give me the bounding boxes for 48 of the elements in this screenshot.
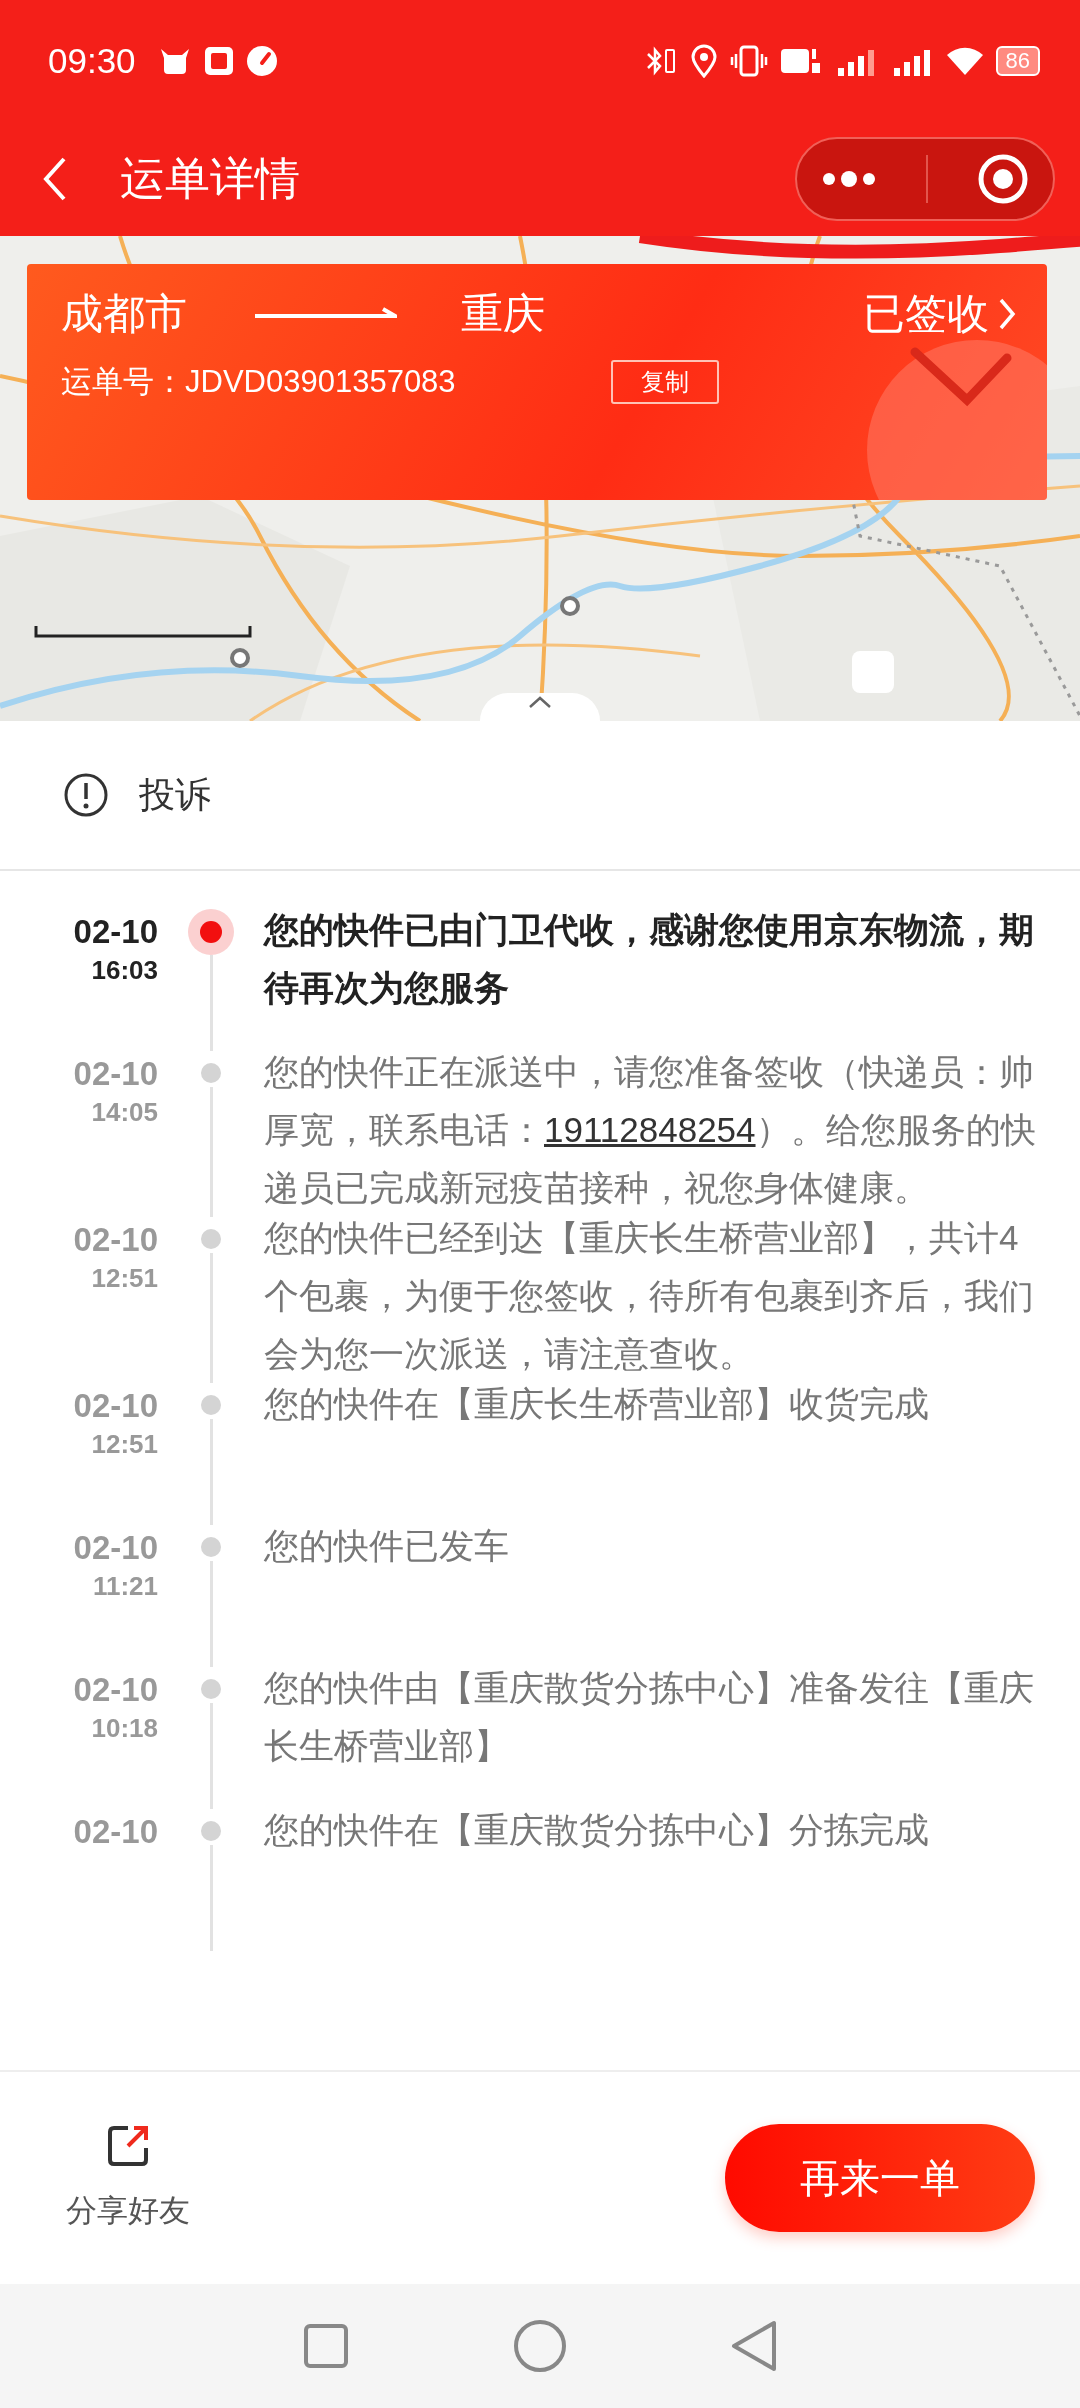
event-date: 02-10 [73,1386,158,1426]
event-description: 您的快件在【重庆散货分拣中心】分拣完成 [264,1809,930,1851]
battery-icon: 86 [995,46,1040,76]
event-date: 02-10 [73,1670,158,1710]
page-title: 运单详情 [120,152,300,206]
destination-city: 重庆 [461,289,545,339]
speedometer-icon [245,45,278,77]
origin-city: 成都市 [61,289,187,339]
recents-icon[interactable] [301,2322,350,2370]
share-label[interactable]: 分享好友 [66,2190,190,2232]
event-description: 您的快件在【重庆长生桥营业部】收货完成 [264,1383,930,1425]
back-icon[interactable] [42,156,68,202]
event-description: 您的快件已经到达【重庆长生桥营业部】，共计4个包裹，为便于您签收，待所有包裹到齐后，我们会为您一次派送，请注意查收。 [264,1217,1035,1375]
more-icon[interactable] [821,169,878,189]
collapse-tab[interactable] [480,693,600,721]
close-icon[interactable] [976,153,1029,205]
chevron-up-icon [528,695,552,709]
event-time: 14:05 [91,1096,158,1129]
event-time: 16:03 [91,954,158,987]
event-time: 11:21 [92,1570,158,1603]
waybill-number: 运单号：JDVD03901357083 [61,363,457,401]
location-icon [689,44,718,78]
event-description: 您的快件正在派送中，请您准备签收（快递员：帅厚宽，联系电话：19112848254）。给您服务的快递员已完成新冠疫苗接种，祝您身体健康。 [264,1051,1037,1209]
home-icon[interactable] [513,2319,567,2373]
event-time: 10:18 [91,1712,158,1745]
status-time: 09:30 [48,41,136,81]
wifi-icon [945,45,984,77]
back-nav-icon[interactable] [730,2319,779,2373]
complaint-link[interactable]: 投诉 [139,770,211,820]
vibrate-icon [729,44,768,78]
event-description: 您的快件已发车 [264,1525,510,1567]
event-date: 02-10 [73,1812,158,1852]
event-date: 02-10 [73,1528,158,1568]
share-icon[interactable] [106,2124,150,2168]
event-time: 12:51 [91,1262,158,1295]
event-date: 02-10 [73,1220,158,1260]
event-date: 02-10 [73,912,158,952]
phone-link[interactable]: 19112848254 [544,1110,756,1149]
event-date: 02-10 [73,1054,158,1094]
status-link[interactable]: 已签收 [863,286,989,342]
chevron-icon [997,297,1017,331]
event-description: 您的快件由【重庆散货分拣中心】准备发往【重庆长生桥营业部】 [264,1667,1035,1767]
event-description: 您的快件已由门卫代收，感谢您使用京东物流，期待再次为您服务 [264,909,1035,1009]
app-icon [203,46,234,76]
copy-button[interactable]: 复制 [611,360,719,404]
event-time: 12:51 [91,1428,158,1461]
alert-icon [63,772,109,818]
reorder-button[interactable]: 再来一单 [725,2124,1035,2232]
